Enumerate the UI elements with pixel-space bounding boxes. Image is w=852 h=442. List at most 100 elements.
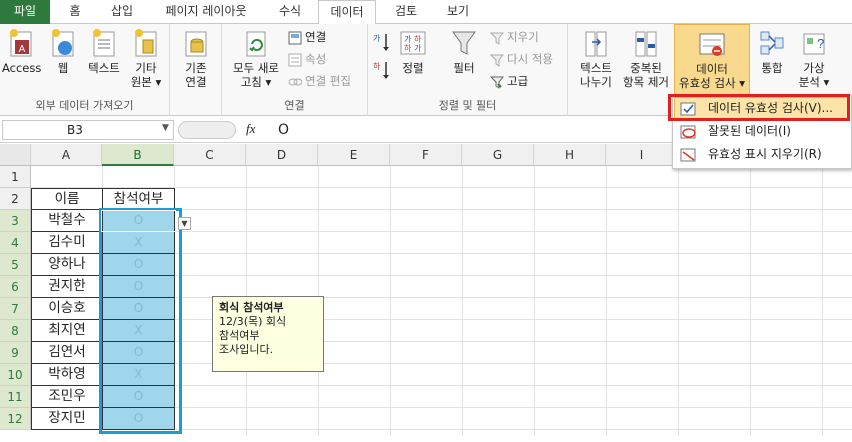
text-file-icon (93, 29, 115, 57)
column-header-h[interactable]: H (534, 144, 606, 166)
menu-item-clear-circles[interactable]: 유효성 표시 지우기(R) (680, 142, 822, 166)
row-header-7[interactable]: 7 (0, 298, 31, 320)
column-header-f[interactable]: F (390, 144, 462, 166)
data-validation-small-icon (680, 102, 696, 115)
text-to-columns-label: 텍스트 (580, 61, 612, 75)
attend-cell[interactable]: O (102, 254, 175, 276)
advanced-button[interactable]: 고급 (489, 72, 528, 90)
name-cell[interactable]: 최지연 (31, 320, 103, 342)
data-validation-label2: 유효성 검사 (679, 76, 736, 90)
web-button[interactable]: 웹 (44, 28, 82, 75)
row-header-12[interactable]: 12 (0, 408, 31, 430)
existing-label: 기존 (185, 61, 207, 75)
name-cell[interactable]: 김수미 (31, 232, 103, 254)
sort-za-button[interactable]: 하 (370, 60, 392, 85)
row-header-10[interactable]: 10 (0, 364, 31, 386)
column-header-i[interactable]: I (606, 144, 678, 166)
column-header-e[interactable]: E (318, 144, 390, 166)
name-cell[interactable]: 이승호 (31, 298, 103, 320)
sort-az-button[interactable]: 가 (370, 32, 392, 57)
svg-text:하: 하 (414, 34, 422, 44)
tab-data[interactable]: 데이터 (318, 0, 376, 25)
attend-cell[interactable]: O (102, 210, 175, 232)
connections-icon (288, 31, 302, 44)
name-box[interactable]: B3 (2, 120, 174, 140)
reapply-label: 다시 적용 (507, 52, 553, 66)
attend-cell[interactable]: O (102, 342, 175, 364)
row-header-11[interactable]: 11 (0, 386, 31, 408)
row-header-9[interactable]: 9 (0, 342, 31, 364)
name-cell[interactable]: 양하나 (31, 254, 103, 276)
properties-button[interactable]: 속성 (288, 50, 326, 68)
svg-text:가: 가 (414, 44, 422, 53)
access-label: Access (2, 61, 42, 75)
name-cell[interactable]: 박하영 (31, 364, 103, 386)
row-header-4[interactable]: 4 (0, 232, 31, 254)
row-header-5[interactable]: 5 (0, 254, 31, 276)
column-header-b[interactable]: B (102, 144, 174, 166)
column-header-a[interactable]: A (31, 144, 102, 166)
tab-formulas[interactable]: 수식 (268, 0, 312, 24)
attend-cell[interactable]: X (102, 364, 175, 386)
remove-duplicates-button[interactable]: 중복된 항목 제거 (620, 28, 672, 89)
attend-cell[interactable]: O (102, 386, 175, 408)
name-cell[interactable]: 권지한 (31, 276, 103, 298)
chevron-down-icon: ▾ (265, 75, 272, 89)
advanced-filter-icon (489, 76, 505, 89)
chevron-down-icon[interactable]: ▼ (162, 123, 169, 133)
text-import-button[interactable]: 텍스트 (84, 28, 124, 75)
name-cell[interactable]: 장지민 (31, 408, 103, 430)
edit-links-button[interactable]: 연결 편집 (288, 72, 351, 90)
text-to-columns-button[interactable]: 텍스트 나누기 (574, 28, 618, 89)
attend-cell[interactable]: O (102, 276, 175, 298)
name-cell[interactable]: 김연서 (31, 342, 103, 364)
attend-cell[interactable]: X (102, 320, 175, 342)
select-all-corner[interactable] (0, 144, 31, 166)
menu-item-circle-invalid[interactable]: 잘못된 데이터(I) (680, 119, 791, 143)
row-header-3[interactable]: 3 (0, 210, 31, 232)
column-header-g[interactable]: G (462, 144, 534, 166)
header-cell-name[interactable]: 이름 (31, 188, 103, 210)
insert-function-icon[interactable]: fx (246, 121, 255, 137)
row-header-1[interactable]: 1 (0, 166, 31, 188)
svg-text:?: ? (817, 36, 824, 51)
tab-file[interactable]: 파일 (0, 0, 50, 24)
group-connections-label: 연결 (284, 99, 305, 112)
tab-page-layout[interactable]: 페이지 레이아웃 (150, 0, 262, 24)
reapply-icon (489, 54, 505, 67)
attend-cell[interactable]: O (102, 408, 175, 430)
web-icon (52, 29, 74, 57)
consolidate-button[interactable]: 통합 (754, 28, 790, 75)
what-if-analysis-button[interactable]: ? 가상 분석 ▾ (794, 28, 834, 89)
access-icon: A (10, 29, 32, 57)
tab-view[interactable]: 보기 (436, 0, 480, 24)
header-cell-attend[interactable]: 참석여부 (102, 188, 175, 210)
filter-button[interactable]: 필터 (446, 28, 482, 75)
data-validation-button[interactable]: 데이터 유효성 검사 ▾ (674, 24, 750, 96)
tab-insert[interactable]: 삽입 (100, 0, 144, 24)
row-header-8[interactable]: 8 (0, 320, 31, 342)
other-sources-button[interactable]: 기타 원본 ▾ (126, 28, 166, 89)
menu-item-data-validation[interactable]: 데이터 유효성 검사(V)... (680, 96, 833, 120)
refresh-all-button[interactable]: 모두 새로 고침 ▾ (228, 28, 284, 89)
row-header-2[interactable]: 2 (0, 188, 31, 210)
tab-review[interactable]: 검토 (382, 0, 430, 24)
attend-cell[interactable]: O (102, 298, 175, 320)
column-header-d[interactable]: D (246, 144, 318, 166)
connections-button[interactable]: 연결 (288, 28, 326, 46)
sort-label: 정렬 (402, 61, 424, 75)
clear-label: 지우기 (507, 30, 539, 44)
name-cell[interactable]: 박철수 (31, 210, 103, 232)
sort-button[interactable]: 가하하가 정렬 (396, 28, 430, 75)
existing-connections-button[interactable]: 기존 연결 (176, 28, 216, 89)
tab-home[interactable]: 홈 (54, 0, 96, 24)
reapply-button[interactable]: 다시 적용 (489, 50, 553, 68)
list-dropdown-arrow-icon[interactable]: ▼ (178, 217, 191, 230)
access-button[interactable]: A Access (2, 28, 42, 75)
clear-button[interactable]: 지우기 (489, 28, 539, 46)
name-cell[interactable]: 조민우 (31, 386, 103, 408)
column-header-c[interactable]: C (174, 144, 246, 166)
data-validation-label: 데이터 (696, 62, 728, 76)
attend-cell[interactable]: X (102, 232, 175, 254)
row-header-6[interactable]: 6 (0, 276, 31, 298)
